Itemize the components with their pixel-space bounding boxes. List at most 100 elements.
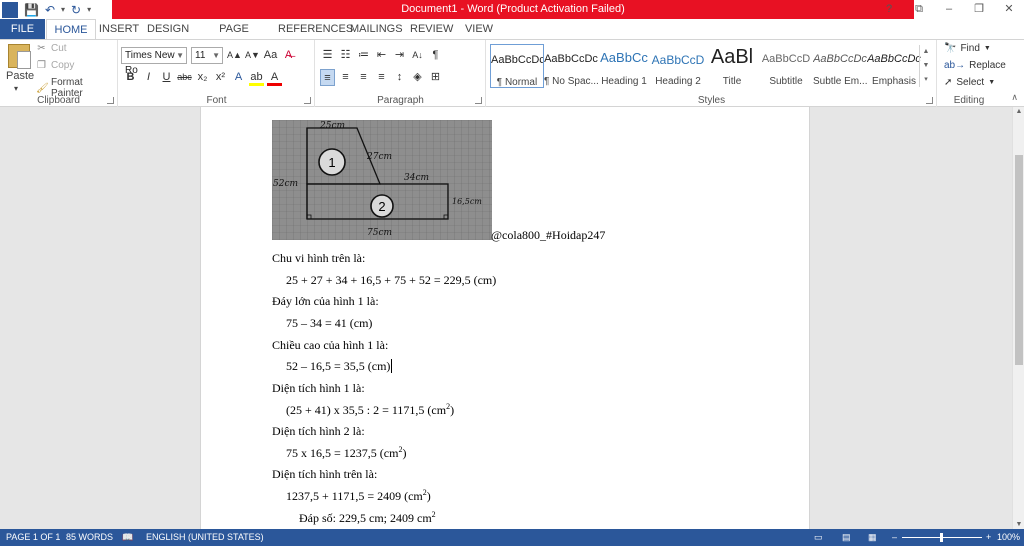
show-hide-button[interactable]: ¶	[428, 47, 443, 64]
copy-button[interactable]: ❐ Copy	[36, 60, 74, 71]
tab-view[interactable]: VIEW	[462, 19, 496, 39]
word-count[interactable]: 85 WORDS	[66, 529, 113, 546]
increase-indent-button[interactable]: ⇥	[392, 47, 407, 64]
scroll-down-icon[interactable]: ▼	[920, 59, 932, 73]
align-left-button[interactable]: ≡	[320, 69, 335, 86]
page-count[interactable]: PAGE 1 OF 1	[6, 529, 60, 546]
base-calc: 75 – 34 = 41 (cm)	[286, 316, 373, 330]
paste-button[interactable]: Paste ▾	[6, 70, 34, 94]
zoom-in-button[interactable]: +	[986, 529, 991, 546]
more-styles-icon[interactable]: ▾	[920, 73, 932, 87]
ribbon-tabs: FILE HOME INSERT DESIGN PAGE LAYOUT REFE…	[0, 19, 1024, 55]
chevron-down-icon[interactable]: ▼	[176, 48, 184, 63]
tab-insert[interactable]: INSERT	[98, 19, 140, 39]
language-indicator[interactable]: ENGLISH (UNITED STATES)	[146, 529, 264, 546]
style-title[interactable]: AaBl Title	[705, 44, 759, 88]
grow-font-button[interactable]: A▲	[227, 47, 242, 64]
word-logo-icon[interactable]: W	[2, 1, 18, 18]
scroll-up-arrow-icon[interactable]: ▲	[1013, 108, 1024, 115]
font-color-button[interactable]: A	[267, 69, 282, 86]
line-spacing-button[interactable]: ↕	[392, 69, 407, 86]
undo-icon[interactable]: ↶	[45, 3, 55, 17]
zoom-level[interactable]: 100%	[997, 529, 1020, 546]
scroll-up-icon[interactable]: ▲	[920, 45, 932, 59]
highlight-button[interactable]: ab	[249, 69, 264, 86]
tab-page-layout[interactable]: PAGE LAYOUT	[198, 19, 270, 55]
superscript-button[interactable]: x²	[213, 69, 228, 86]
paste-dropdown-icon[interactable]: ▾	[6, 84, 18, 93]
strikethrough-button[interactable]: abc	[177, 69, 192, 86]
web-layout-icon[interactable]: ▦	[868, 529, 877, 546]
numbering-button[interactable]: ☷	[338, 47, 353, 64]
ribbon-display-options-button[interactable]: ⧉	[904, 0, 934, 19]
replace-button[interactable]: ab→ Replace	[944, 60, 1006, 71]
vertical-scrollbar[interactable]: ▲ ▼	[1012, 107, 1024, 529]
scroll-down-arrow-icon[interactable]: ▼	[1013, 521, 1024, 528]
style-heading-2[interactable]: AaBbCcD Heading 2	[651, 44, 705, 88]
proofing-icon[interactable]: 📖	[122, 529, 133, 546]
restore-button[interactable]: ❐	[964, 0, 994, 19]
underline-button[interactable]: U	[159, 69, 174, 86]
align-right-button[interactable]: ≡	[356, 69, 371, 86]
subscript-button[interactable]: x₂	[195, 69, 210, 86]
paragraph-launcher-icon[interactable]	[475, 97, 482, 104]
multilevel-list-button[interactable]: ≔	[356, 47, 371, 64]
editing-group: 🔭 Find ▼ ab→ Replace ➚ Select ▼ Editing	[938, 40, 1006, 107]
scrollbar-thumb[interactable]	[1015, 155, 1023, 365]
find-button[interactable]: 🔭 Find ▼	[944, 43, 991, 54]
document-page[interactable]: 1 2 25cm 27cm 52cm 34cm 16,5cm 75cm @col…	[200, 107, 810, 529]
font-launcher-icon[interactable]	[304, 97, 311, 104]
collapse-ribbon-icon[interactable]: ∧	[1011, 92, 1018, 103]
zoom-out-button[interactable]: –	[892, 529, 897, 546]
shrink-font-button[interactable]: A▼	[245, 47, 260, 64]
print-layout-icon[interactable]: ▤	[842, 529, 851, 546]
read-mode-icon[interactable]: ▭	[814, 529, 823, 546]
tab-file[interactable]: FILE	[0, 19, 45, 39]
customize-qat-icon[interactable]: ▾	[87, 5, 91, 14]
slant-length-label: 27cm	[366, 152, 392, 162]
save-icon[interactable]: 💾	[24, 3, 39, 17]
doc-line-heading: Chu vi hình trên là:	[272, 251, 365, 266]
font-name-box[interactable]: Times New Ro ▼	[121, 47, 187, 76]
text-effects-button[interactable]: A	[231, 69, 246, 86]
undo-dropdown-icon[interactable]: ▾	[61, 5, 65, 14]
font-size-box[interactable]: 11 ▼	[191, 47, 223, 64]
geometry-figure[interactable]: 1 2 25cm 27cm 52cm 34cm 16,5cm 75cm	[272, 120, 492, 240]
zoom-slider-thumb[interactable]	[940, 533, 943, 542]
paste-icon[interactable]	[8, 44, 31, 69]
tab-mailings[interactable]: MAILINGS	[350, 19, 403, 39]
style-emphasis[interactable]: AaBbCcDc Emphasis	[867, 44, 921, 88]
italic-button[interactable]: I	[141, 69, 156, 86]
tab-references[interactable]: REFERENCES	[278, 19, 353, 39]
decrease-indent-button[interactable]: ⇤	[374, 47, 389, 64]
tab-review[interactable]: REVIEW	[410, 19, 453, 39]
style-heading-1[interactable]: AaBbCc Heading 1	[597, 44, 651, 88]
bullets-button[interactable]: ☰	[320, 47, 335, 64]
help-button[interactable]: ?	[874, 0, 904, 19]
select-button[interactable]: ➚ Select ▼	[944, 77, 995, 88]
tab-home[interactable]: HOME	[46, 19, 96, 39]
chevron-down-icon[interactable]: ▼	[984, 45, 991, 52]
cut-button[interactable]: ✂ Cut	[36, 43, 66, 54]
style-subtitle[interactable]: AaBbCcD Subtitle	[759, 44, 813, 88]
clear-formatting-button[interactable]: A̶	[281, 47, 296, 64]
tab-design[interactable]: DESIGN	[147, 19, 189, 39]
redo-icon[interactable]: ↻	[71, 3, 81, 17]
chevron-down-icon[interactable]: ▼	[988, 79, 995, 86]
sort-button[interactable]: A↓	[410, 47, 425, 64]
style-normal[interactable]: AaBbCcDc ¶ Normal	[490, 44, 544, 88]
center-button[interactable]: ≡	[338, 69, 353, 86]
styles-launcher-icon[interactable]	[926, 97, 933, 104]
bold-button[interactable]: B	[123, 69, 138, 86]
style-no-spacing[interactable]: AaBbCcDc ¶ No Spac...	[544, 44, 598, 88]
minimize-button[interactable]: –	[934, 0, 964, 19]
close-button[interactable]: ✕	[994, 0, 1024, 19]
borders-button[interactable]: ⊞	[428, 69, 443, 86]
doc-line-answer: Đáp số: 229,5 cm; 2409 cm2	[299, 510, 436, 526]
shading-button[interactable]: ◈	[410, 69, 425, 86]
change-case-button[interactable]: Aa	[263, 47, 278, 64]
justify-button[interactable]: ≡	[374, 69, 389, 86]
style-subtle-emphasis[interactable]: AaBbCcDc Subtle Em...	[813, 44, 867, 88]
chevron-down-icon[interactable]: ▼	[212, 48, 220, 63]
clipboard-launcher-icon[interactable]	[107, 97, 114, 104]
